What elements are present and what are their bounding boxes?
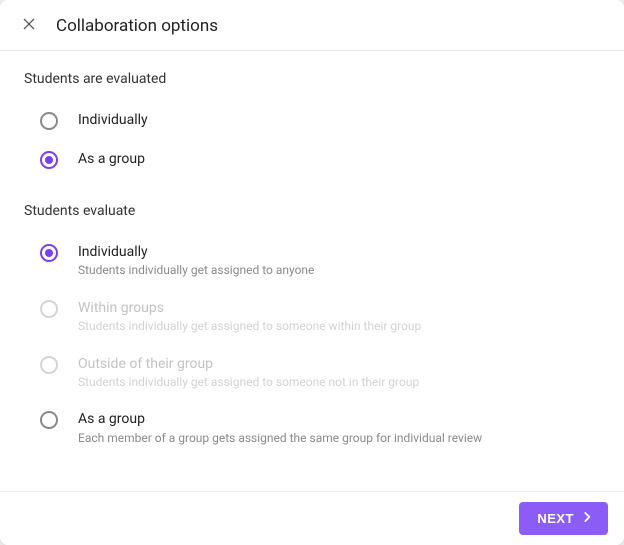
dialog-footer: NEXT xyxy=(0,491,624,545)
radio-text: As a group xyxy=(78,150,145,168)
radio-group-evaluated: Individually As a group xyxy=(24,101,600,179)
section-label-evaluate: Students evaluate xyxy=(24,203,600,219)
collaboration-options-dialog: Collaboration options Students are evalu… xyxy=(0,0,624,545)
radio-group-evaluate: Individually Students individually get a… xyxy=(24,233,600,456)
radio-dot-icon xyxy=(45,249,53,257)
radio-label: As a group xyxy=(78,150,145,168)
radio-button xyxy=(40,356,58,374)
radio-option-eval-individually[interactable]: Individually Students individually get a… xyxy=(40,233,600,289)
radio-label: As a group xyxy=(78,410,482,428)
next-button-label: NEXT xyxy=(537,511,574,526)
radio-sublabel: Students individually get assigned to so… xyxy=(78,319,421,335)
radio-option-eval-within-groups: Within groups Students individually get … xyxy=(40,289,600,345)
radio-button[interactable] xyxy=(40,411,58,429)
section-label-evaluated: Students are evaluated xyxy=(24,71,600,87)
radio-sublabel: Each member of a group gets assigned the… xyxy=(78,431,482,447)
radio-option-as-a-group[interactable]: As a group xyxy=(40,140,600,179)
close-icon xyxy=(21,16,37,36)
next-button[interactable]: NEXT xyxy=(519,502,608,535)
radio-text: Individually Students individually get a… xyxy=(78,243,314,279)
radio-option-individually[interactable]: Individually xyxy=(40,101,600,140)
radio-button[interactable] xyxy=(40,244,58,262)
radio-button xyxy=(40,300,58,318)
radio-sublabel: Students individually get assigned to so… xyxy=(78,375,419,391)
radio-dot-icon xyxy=(45,156,53,164)
radio-sublabel: Students individually get assigned to an… xyxy=(78,263,314,279)
radio-button[interactable] xyxy=(40,112,58,130)
radio-text: Within groups Students individually get … xyxy=(78,299,421,335)
radio-button[interactable] xyxy=(40,151,58,169)
radio-text: Outside of their group Students individu… xyxy=(78,355,419,391)
chevron-right-icon xyxy=(580,510,594,527)
radio-label: Individually xyxy=(78,111,148,129)
radio-option-eval-outside-group: Outside of their group Students individu… xyxy=(40,345,600,401)
dialog-title: Collaboration options xyxy=(56,16,218,36)
radio-text: As a group Each member of a group gets a… xyxy=(78,410,482,446)
dialog-content: Students are evaluated Individually As a… xyxy=(0,51,624,491)
radio-label: Outside of their group xyxy=(78,355,419,373)
dialog-header: Collaboration options xyxy=(0,0,624,51)
close-button[interactable] xyxy=(20,17,38,35)
radio-label: Within groups xyxy=(78,299,421,317)
radio-option-eval-as-a-group[interactable]: As a group Each member of a group gets a… xyxy=(40,400,600,456)
radio-text: Individually xyxy=(78,111,148,129)
radio-label: Individually xyxy=(78,243,314,261)
